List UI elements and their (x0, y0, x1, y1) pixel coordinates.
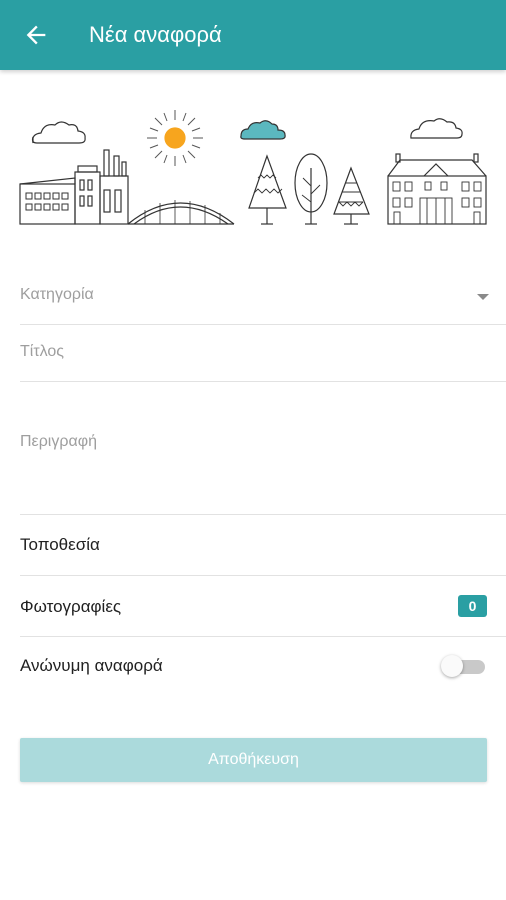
anonymous-toggle[interactable] (441, 655, 487, 677)
category-select[interactable]: Κατηγορία (20, 286, 506, 310)
location-row[interactable]: Τοποθεσία (0, 515, 506, 575)
sun (147, 110, 203, 166)
category-select-value: Κατηγορία (20, 286, 94, 303)
city-illustration (19, 110, 487, 225)
photos-count-badge: 0 (458, 595, 487, 617)
factory (19, 149, 129, 225)
cloud-right (410, 118, 463, 139)
arrow-back-icon (26, 25, 46, 45)
stadium-arch (127, 200, 235, 225)
anonymous-row: Ανώνυμη αναφορά (0, 637, 506, 697)
photos-label: Φωτογραφίες (20, 597, 122, 616)
save-button[interactable]: Αποθήκευση (20, 738, 487, 782)
category-underline (20, 324, 506, 325)
cloud-left (31, 121, 86, 144)
title-underline (20, 381, 506, 382)
app-bar: Νέα αναφορά (0, 0, 506, 70)
toggle-thumb (441, 655, 463, 677)
description-input[interactable] (20, 433, 460, 487)
description-field (20, 433, 506, 497)
cloud-teal (240, 120, 286, 140)
location-label: Τοποθεσία (20, 535, 100, 554)
anonymous-label: Ανώνυμη αναφορά (20, 656, 163, 675)
mansion (387, 153, 487, 225)
dropdown-arrow-icon (477, 294, 489, 300)
photos-row[interactable]: Φωτογραφίες 0 (0, 576, 506, 636)
title-input[interactable] (20, 343, 460, 361)
back-button[interactable] (22, 21, 50, 49)
page-title: Νέα αναφορά (89, 22, 222, 47)
title-field (20, 343, 506, 367)
trees (248, 153, 370, 225)
